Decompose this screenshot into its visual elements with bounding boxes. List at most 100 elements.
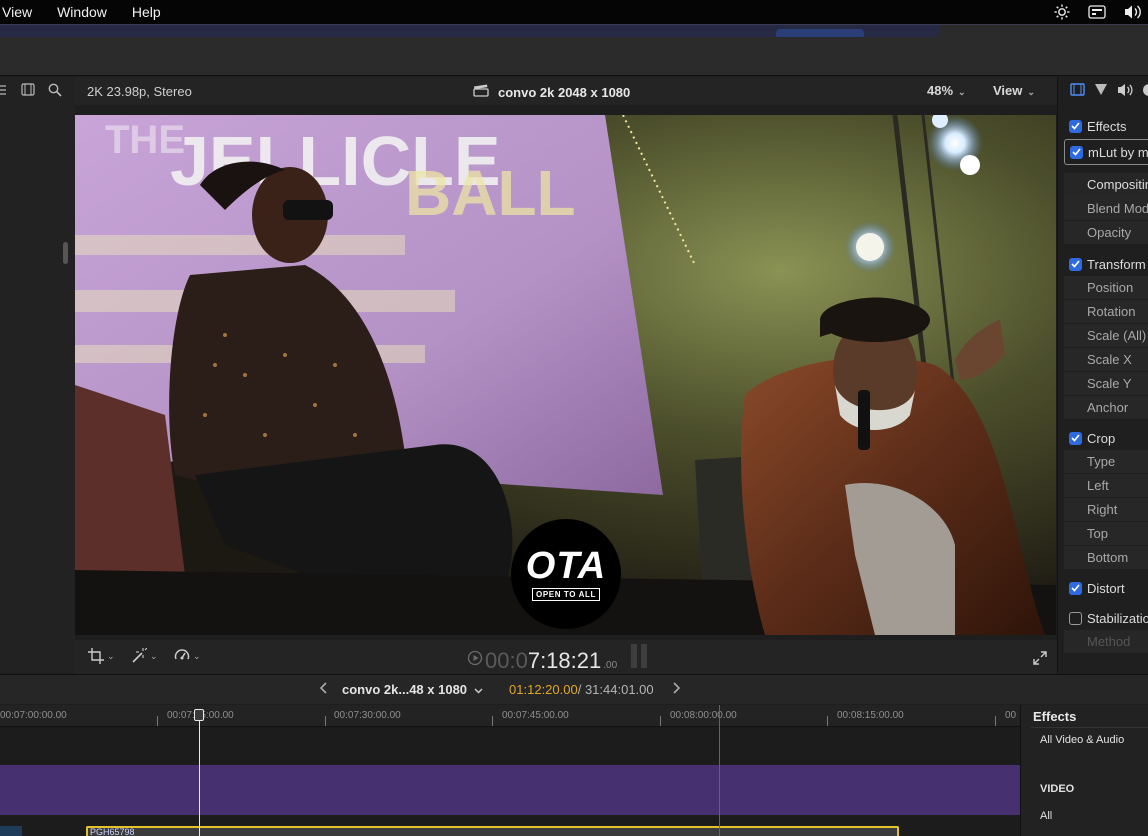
effects-checkbox[interactable] <box>1069 119 1082 133</box>
speedometer-icon <box>174 649 190 660</box>
search-icon[interactable] <box>48 83 62 100</box>
ruler-label: 00:07:45:00.00 <box>502 710 569 721</box>
color-inspector-tab[interactable] <box>1094 83 1108 99</box>
mlut-checkbox[interactable] <box>1070 145 1083 159</box>
effects-browser-title: Effects <box>1033 709 1077 724</box>
retime-tool-menu[interactable]: ⌄ <box>174 648 201 664</box>
viewer-header: 2K 23.98p, Stereo convo 2k 2048 x 1080 4… <box>75 77 1057 105</box>
browser-toolbar <box>0 77 75 105</box>
window-toolbar <box>0 24 1148 76</box>
crop-type-param[interactable]: Type <box>1064 450 1148 474</box>
timeline-ruler[interactable]: 00:07:00:00.00 00:07:15:00.00 00:07:30:0… <box>0 705 1020 727</box>
volume-icon[interactable] <box>1124 4 1142 20</box>
fullscreen-icon[interactable] <box>1033 651 1047 668</box>
blend-mode-param[interactable]: Blend Mode <box>1064 197 1148 221</box>
position-param[interactable]: Position <box>1064 276 1148 300</box>
scale-y-param[interactable]: Scale Y <box>1064 372 1148 396</box>
brightness-icon[interactable] <box>1054 4 1070 20</box>
clapper-icon <box>473 84 489 100</box>
scale-all-param[interactable]: Scale (All) <box>1064 324 1148 348</box>
list-view-icon[interactable] <box>0 84 8 99</box>
info-inspector-tab[interactable] <box>1142 83 1148 100</box>
inspector-pane: Effects mLut by mc Compositing Blend Mod… <box>1057 77 1148 673</box>
chevron-down-icon[interactable] <box>474 682 483 697</box>
toolbar-divider <box>0 75 1148 76</box>
rotation-param[interactable]: Rotation <box>1064 300 1148 324</box>
clip-segment[interactable] <box>0 826 22 836</box>
play-icon[interactable] <box>467 650 483 669</box>
chevron-down-icon: ⌄ <box>193 650 201 661</box>
crop-section[interactable]: Crop <box>1064 426 1148 450</box>
clip-name-label: convo 2k 2048 x 1080 <box>498 84 631 100</box>
timeline-position: 01:12:20.00 <box>509 682 578 697</box>
zoom-value: 48% <box>927 83 954 98</box>
distort-checkbox[interactable] <box>1069 581 1082 595</box>
opacity-param[interactable]: Opacity <box>1064 221 1148 245</box>
menu-view[interactable]: View <box>2 4 32 20</box>
playhead-handle[interactable] <box>194 709 204 721</box>
transform-checkbox[interactable] <box>1069 257 1082 271</box>
zoom-menu[interactable]: 48% ⌄ <box>927 83 966 98</box>
transform-tool-menu[interactable]: ⌄ <box>88 648 115 664</box>
crop-right-param[interactable]: Right <box>1064 498 1148 522</box>
ruler-tick <box>157 716 158 726</box>
timecode-value: 7:18:21 <box>527 648 602 673</box>
compositing-header[interactable]: Compositing <box>1064 173 1148 197</box>
ruler-label: 00:07:00:00.00 <box>0 710 67 721</box>
crop-left-param[interactable]: Left <box>1064 474 1148 498</box>
crop-checkbox[interactable] <box>1069 431 1082 445</box>
video-track[interactable] <box>0 765 1020 815</box>
filmstrip-icon[interactable] <box>21 83 35 99</box>
distort-section[interactable]: Distort <box>1064 576 1148 600</box>
viewer-canvas[interactable]: JELLICLE BALL THE OTA OPEN TO ALL <box>75 115 1056 635</box>
project-name[interactable]: convo 2k...48 x 1080 <box>342 682 467 697</box>
ruler-label: 00:08:15:00.00 <box>837 710 904 721</box>
crop-top-param[interactable]: Top <box>1064 522 1148 546</box>
viewer-format-label: 2K 23.98p, Stereo <box>87 84 192 99</box>
effects-item-all-video-audio[interactable]: All Video & Audio <box>1040 734 1124 746</box>
ruler-tick <box>492 716 493 726</box>
chevron-down-icon: ⌄ <box>1027 87 1035 97</box>
back-arrow-icon[interactable] <box>319 682 328 697</box>
playhead[interactable] <box>199 709 200 836</box>
chevron-down-icon: ⌄ <box>958 87 966 97</box>
effects-category-video: VIDEO <box>1040 783 1075 795</box>
browser-pane <box>0 77 75 673</box>
stabilization-section[interactable]: Stabilization <box>1064 606 1148 630</box>
mlut-effect-row[interactable]: mLut by mc <box>1064 139 1148 165</box>
scale-x-param[interactable]: Scale X <box>1064 348 1148 372</box>
mlut-label: mLut by mc <box>1088 144 1148 160</box>
stabilization-label: Stabilization <box>1087 610 1148 626</box>
audio-inspector-tab[interactable] <box>1117 83 1133 100</box>
ruler-tick <box>660 716 661 726</box>
ruler-label: 00:07:30:00.00 <box>334 710 401 721</box>
stabilization-checkbox[interactable] <box>1069 611 1082 625</box>
ruler-label: 00 <box>1005 710 1017 721</box>
view-menu-button[interactable]: View ⌄ <box>993 83 1035 98</box>
stabilization-method-param[interactable]: Method <box>1064 630 1148 654</box>
ruler-tick <box>325 716 326 726</box>
audio-meter <box>631 644 651 668</box>
viewer-clip-title: convo 2k 2048 x 1080 <box>473 84 630 100</box>
menu-help[interactable]: Help <box>132 4 161 20</box>
backdrop-text-the: THE <box>105 118 185 162</box>
crop-bottom-param[interactable]: Bottom <box>1064 546 1148 570</box>
enhance-tool-menu[interactable]: ⌄ <box>131 648 158 664</box>
timeline-nav: convo 2k...48 x 1080 01:12:20.00 / 31:44… <box>319 682 680 697</box>
menu-extras <box>1054 0 1148 24</box>
transform-section[interactable]: Transform <box>1064 252 1148 276</box>
anchor-param[interactable]: Anchor <box>1064 396 1148 420</box>
menu-window[interactable]: Window <box>57 4 107 20</box>
timeline[interactable]: 00:07:00:00.00 00:07:15:00.00 00:07:30:0… <box>0 705 1020 836</box>
forward-arrow-icon[interactable] <box>672 682 680 697</box>
selected-clip[interactable]: PGH65798 <box>86 826 899 836</box>
crop-label: Crop <box>1087 430 1116 446</box>
video-inspector-tab[interactable] <box>1070 83 1085 99</box>
browser-scrollbar[interactable] <box>63 242 68 264</box>
timecode-display[interactable]: 00:0 7:18:21 .00 <box>467 644 651 674</box>
effects-item-all[interactable]: All <box>1040 810 1052 822</box>
keyboard-input-icon[interactable] <box>1088 5 1106 19</box>
ruler-label: 00:08:00:00.00 <box>670 710 737 721</box>
ota-logo: OTA OPEN TO ALL <box>511 519 621 629</box>
effects-section[interactable]: Effects <box>1064 114 1148 138</box>
